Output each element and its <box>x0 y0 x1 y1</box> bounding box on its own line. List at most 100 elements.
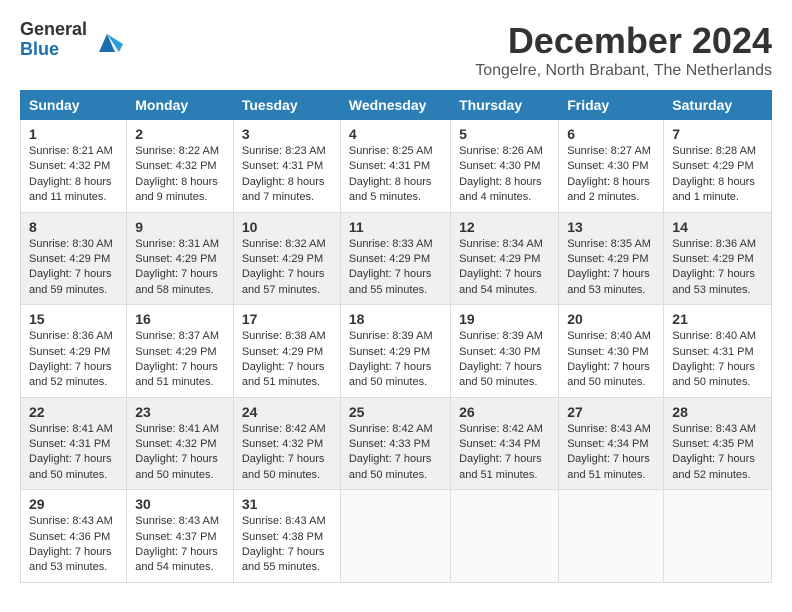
sunrise-text: Sunrise: 8:39 AM <box>349 330 433 342</box>
header-row: SundayMondayTuesdayWednesdayThursdayFrid… <box>21 91 772 120</box>
day-number: 4 <box>349 126 442 142</box>
header-friday: Friday <box>559 91 664 120</box>
daylight-text: Daylight: 7 hours and 50 minutes. <box>29 453 112 480</box>
calendar-cell: 13Sunrise: 8:35 AMSunset: 4:29 PMDayligh… <box>559 212 664 305</box>
day-number: 25 <box>349 404 442 420</box>
daylight-text: Daylight: 7 hours and 52 minutes. <box>29 361 112 388</box>
sunset-text: Sunset: 4:31 PM <box>242 160 323 172</box>
calendar-cell: 29Sunrise: 8:43 AMSunset: 4:36 PMDayligh… <box>21 490 127 583</box>
daylight-text: Daylight: 7 hours and 51 minutes. <box>567 453 650 480</box>
day-number: 8 <box>29 219 118 235</box>
sunset-text: Sunset: 4:30 PM <box>459 346 540 358</box>
day-number: 22 <box>29 404 118 420</box>
day-number: 9 <box>135 219 225 235</box>
day-number: 14 <box>672 219 763 235</box>
calendar-cell: 9Sunrise: 8:31 AMSunset: 4:29 PMDaylight… <box>127 212 234 305</box>
sunset-text: Sunset: 4:30 PM <box>459 160 540 172</box>
sunrise-text: Sunrise: 8:36 AM <box>672 238 756 250</box>
daylight-text: Daylight: 7 hours and 54 minutes. <box>135 546 218 573</box>
sunrise-text: Sunrise: 8:21 AM <box>29 145 113 157</box>
daylight-text: Daylight: 7 hours and 51 minutes. <box>242 361 325 388</box>
sunset-text: Sunset: 4:29 PM <box>459 253 540 265</box>
sunrise-text: Sunrise: 8:33 AM <box>349 238 433 250</box>
daylight-text: Daylight: 7 hours and 53 minutes. <box>672 268 755 295</box>
sunrise-text: Sunrise: 8:26 AM <box>459 145 543 157</box>
daylight-text: Daylight: 7 hours and 50 minutes. <box>567 361 650 388</box>
daylight-text: Daylight: 8 hours and 1 minute. <box>672 176 755 203</box>
daylight-text: Daylight: 7 hours and 58 minutes. <box>135 268 218 295</box>
calendar-cell <box>559 490 664 583</box>
week-row-1: 1 Sunrise: 8:21 AM Sunset: 4:32 PM Daylight… <box>21 120 772 213</box>
sunset-text: Sunset: 4:31 PM <box>672 346 753 358</box>
sunset-text: Sunset: 4:29 PM <box>349 346 430 358</box>
sunset-text: Sunset: 4:35 PM <box>672 438 753 450</box>
day-number: 7 <box>672 126 763 142</box>
calendar-cell: 1 Sunrise: 8:21 AM Sunset: 4:32 PM Daylight… <box>21 120 127 213</box>
calendar-cell: 12 Sunrise: 8:34 AM Sunset: 4:29 PM Dayligh… <box>451 212 559 305</box>
daylight-text: Daylight: 7 hours and 50 minutes. <box>672 361 755 388</box>
month-title: December 2024 <box>475 20 772 62</box>
daylight-text: Daylight: 7 hours and 52 minutes. <box>672 453 755 480</box>
day-number: 12 <box>459 219 550 235</box>
sunset-text: Sunset: 4:29 PM <box>242 253 323 265</box>
daylight-text: Daylight: 8 hours and 11 minutes. <box>29 176 112 203</box>
calendar-cell: 20Sunrise: 8:40 AMSunset: 4:30 PMDayligh… <box>559 305 664 398</box>
sunset-text: Sunset: 4:32 PM <box>29 160 110 172</box>
sunrise-text: Sunrise: 8:43 AM <box>135 515 219 527</box>
logo: General Blue <box>20 20 123 60</box>
calendar-cell: 10Sunrise: 8:32 AMSunset: 4:29 PMDayligh… <box>233 212 340 305</box>
sunrise-text: Sunrise: 8:32 AM <box>242 238 326 250</box>
calendar-cell: 14Sunrise: 8:36 AMSunset: 4:29 PMDayligh… <box>664 212 772 305</box>
sunrise-text: Sunrise: 8:37 AM <box>135 330 219 342</box>
location-subtitle: Tongelre, North Brabant, The Netherlands <box>475 62 772 80</box>
daylight-text: Daylight: 7 hours and 54 minutes. <box>459 268 542 295</box>
daylight-text: Daylight: 7 hours and 50 minutes. <box>242 453 325 480</box>
daylight-text: Daylight: 7 hours and 55 minutes. <box>349 268 432 295</box>
logo-general: General <box>20 20 87 40</box>
sunrise-text: Sunrise: 8:35 AM <box>567 238 651 250</box>
sunrise-text: Sunrise: 8:40 AM <box>567 330 651 342</box>
day-number: 18 <box>349 311 442 327</box>
daylight-text: Daylight: 7 hours and 59 minutes. <box>29 268 112 295</box>
calendar-cell: 5Sunrise: 8:26 AMSunset: 4:30 PMDaylight… <box>451 120 559 213</box>
day-number: 1 <box>29 126 118 142</box>
daylight-text: Daylight: 8 hours and 9 minutes. <box>135 176 218 203</box>
calendar-cell: 15Sunrise: 8:36 AMSunset: 4:29 PMDayligh… <box>21 305 127 398</box>
header-sunday: Sunday <box>21 91 127 120</box>
sunrise-text: Sunrise: 8:30 AM <box>29 238 113 250</box>
day-number: 27 <box>567 404 655 420</box>
header-thursday: Thursday <box>451 91 559 120</box>
sunrise-text: Sunrise: 8:38 AM <box>242 330 326 342</box>
calendar-cell <box>451 490 559 583</box>
calendar-cell: 21Sunrise: 8:40 AMSunset: 4:31 PMDayligh… <box>664 305 772 398</box>
day-number: 5 <box>459 126 550 142</box>
day-number: 29 <box>29 496 118 512</box>
calendar-cell: 22Sunrise: 8:41 AMSunset: 4:31 PMDayligh… <box>21 397 127 490</box>
week-row-2: 8 Sunrise: 8:30 AM Sunset: 4:29 PM Daylight… <box>21 212 772 305</box>
calendar-cell: 18 Sunrise: 8:39 AM Sunset: 4:29 PM Dayligh… <box>340 305 450 398</box>
daylight-text: Daylight: 7 hours and 51 minutes. <box>135 361 218 388</box>
sunrise-text: Sunrise: 8:42 AM <box>349 423 433 435</box>
calendar-cell: 3Sunrise: 8:23 AMSunset: 4:31 PMDaylight… <box>233 120 340 213</box>
sunset-text: Sunset: 4:33 PM <box>349 438 430 450</box>
daylight-text: Daylight: 7 hours and 50 minutes. <box>135 453 218 480</box>
daylight-text: Daylight: 7 hours and 50 minutes. <box>459 361 542 388</box>
sunset-text: Sunset: 4:31 PM <box>349 160 430 172</box>
calendar-cell: 11Sunrise: 8:33 AMSunset: 4:29 PMDayligh… <box>340 212 450 305</box>
sunrise-text: Sunrise: 8:43 AM <box>672 423 756 435</box>
sunrise-text: Sunrise: 8:43 AM <box>242 515 326 527</box>
daylight-text: Daylight: 8 hours and 7 minutes. <box>242 176 325 203</box>
sunrise-text: Sunrise: 8:25 AM <box>349 145 433 157</box>
sunset-text: Sunset: 4:38 PM <box>242 531 323 543</box>
day-number: 30 <box>135 496 225 512</box>
day-number: 15 <box>29 311 118 327</box>
calendar-cell: 4 Sunrise: 8:25 AM Sunset: 4:31 PM Daylight… <box>340 120 450 213</box>
daylight-text: Daylight: 7 hours and 50 minutes. <box>349 361 432 388</box>
sunrise-text: Sunrise: 8:34 AM <box>459 238 543 250</box>
daylight-text: Daylight: 7 hours and 55 minutes. <box>242 546 325 573</box>
daylight-text: Daylight: 8 hours and 5 minutes. <box>349 176 432 203</box>
week-row-5: 29Sunrise: 8:43 AMSunset: 4:36 PMDayligh… <box>21 490 772 583</box>
calendar-cell: 31Sunrise: 8:43 AMSunset: 4:38 PMDayligh… <box>233 490 340 583</box>
sunset-text: Sunset: 4:34 PM <box>567 438 648 450</box>
sunrise-text: Sunrise: 8:27 AM <box>567 145 651 157</box>
